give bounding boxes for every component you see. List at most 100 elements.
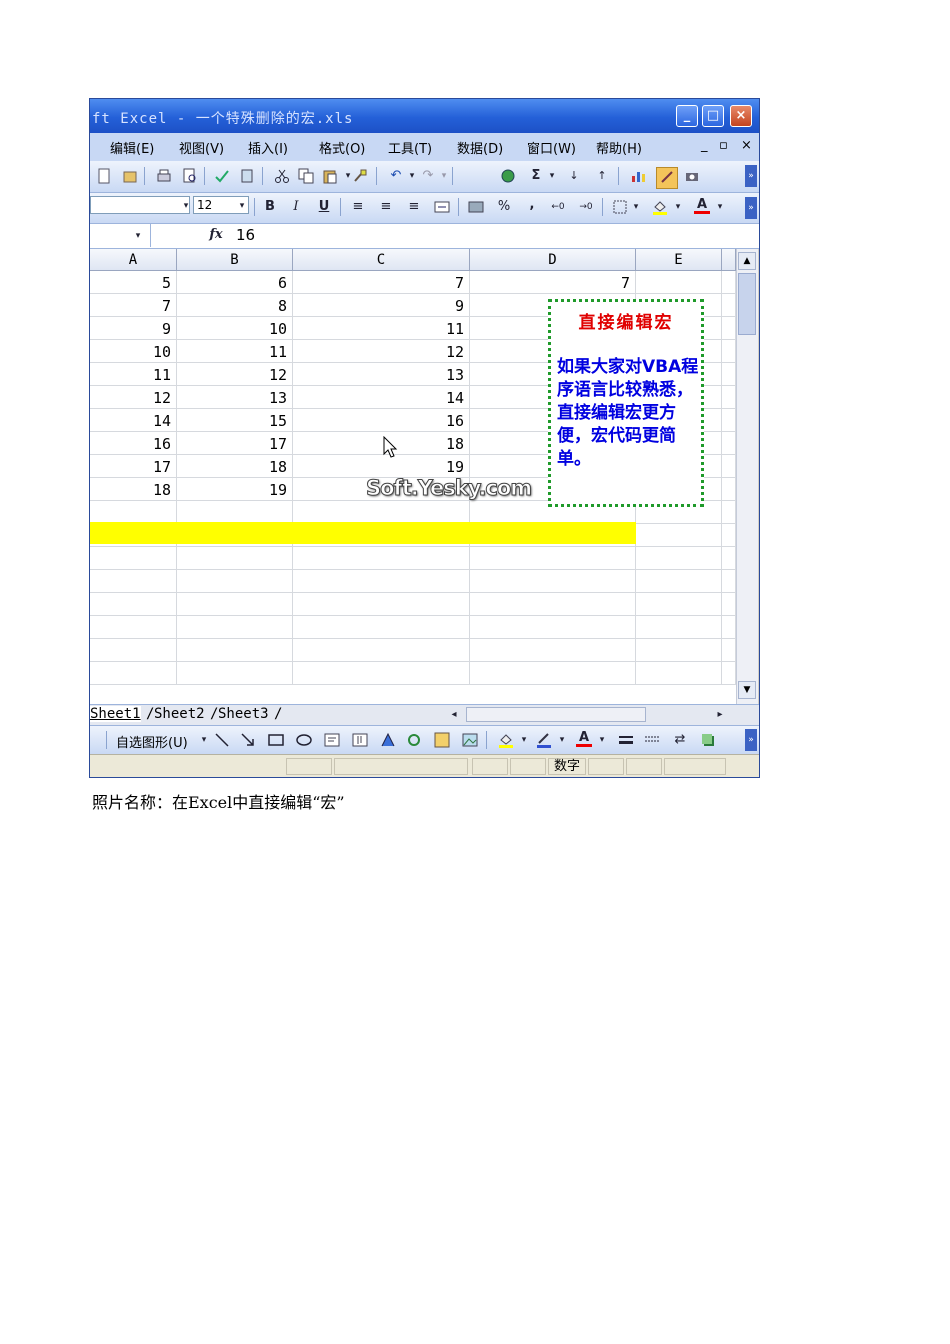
- undo-dropdown-icon[interactable]: ▾: [404, 168, 420, 184]
- font-name-box[interactable]: [90, 196, 190, 214]
- format-painter-icon[interactable]: [352, 168, 368, 184]
- fill-color-icon[interactable]: [652, 199, 668, 215]
- doc-restore-button[interactable]: ▫: [719, 138, 728, 153]
- sort-descending-icon[interactable]: ↑: [594, 168, 610, 184]
- cell-c[interactable]: [293, 501, 470, 523]
- oval-icon[interactable]: [296, 732, 312, 748]
- menu-insert[interactable]: 插入(I): [248, 138, 288, 157]
- cell-f[interactable]: [722, 271, 736, 293]
- tab-sheet3[interactable]: Sheet3: [218, 706, 269, 722]
- italic-button[interactable]: I: [288, 199, 304, 215]
- toolbar-options-icon[interactable]: »: [745, 729, 757, 751]
- cell-a[interactable]: [90, 501, 177, 523]
- column-header-a[interactable]: A: [90, 249, 177, 271]
- clip-art-icon[interactable]: [434, 732, 450, 748]
- currency-icon[interactable]: [468, 199, 484, 215]
- cell-b[interactable]: 13: [177, 386, 293, 408]
- cell-f[interactable]: [722, 616, 736, 638]
- cell-a[interactable]: [90, 570, 177, 592]
- arrow-style-icon[interactable]: ⇄: [672, 732, 688, 748]
- cell-c[interactable]: [293, 593, 470, 615]
- cell-d[interactable]: [470, 547, 636, 569]
- cell-c[interactable]: 19: [293, 455, 470, 477]
- autoshapes-menu[interactable]: 自选图形(U): [116, 732, 188, 751]
- cell-c[interactable]: [293, 662, 470, 684]
- vertical-text-box-icon[interactable]: [352, 732, 368, 748]
- cell-c[interactable]: [293, 616, 470, 638]
- comma-button[interactable]: ,: [524, 197, 540, 213]
- scroll-up-button[interactable]: ▲: [738, 252, 756, 270]
- line-color-icon[interactable]: [536, 732, 552, 748]
- bold-button[interactable]: B: [262, 199, 278, 215]
- cell-b[interactable]: 18: [177, 455, 293, 477]
- cell-b[interactable]: [177, 501, 293, 523]
- cell-d[interactable]: [470, 639, 636, 661]
- scroll-right-icon[interactable]: ▸: [712, 707, 728, 723]
- cell-f[interactable]: [722, 478, 736, 500]
- drawing-toggle-icon[interactable]: [656, 167, 678, 189]
- cell-a[interactable]: 17: [90, 455, 177, 477]
- cell-b[interactable]: 6: [177, 271, 293, 293]
- cell-d[interactable]: [470, 662, 636, 684]
- draw-font-color-dropdown-icon[interactable]: ▾: [594, 732, 610, 748]
- menu-data[interactable]: 数据(D): [457, 138, 503, 157]
- cell-a[interactable]: 5: [90, 271, 177, 293]
- cell-b[interactable]: 8: [177, 294, 293, 316]
- doc-minimize-button[interactable]: _: [701, 138, 708, 153]
- rectangle-icon[interactable]: [268, 732, 284, 748]
- cell-f[interactable]: [722, 363, 736, 385]
- cell-f[interactable]: [722, 432, 736, 454]
- cell-a[interactable]: 10: [90, 340, 177, 362]
- cell-d[interactable]: 7: [470, 271, 636, 293]
- increase-decimal-icon[interactable]: ←0: [550, 199, 566, 215]
- menu-window[interactable]: 窗口(W): [527, 138, 576, 157]
- font-size-dropdown-icon[interactable]: ▾: [234, 198, 250, 214]
- worksheet-grid[interactable]: A B C D E 5 6 7 7 7 8 9 9 10 11 10 11 12 11 12 13 12 13 14…: [90, 249, 736, 704]
- hyperlink-icon[interactable]: [500, 168, 516, 184]
- cell-a[interactable]: 11: [90, 363, 177, 385]
- cell-a[interactable]: [90, 662, 177, 684]
- arrow-icon[interactable]: [240, 732, 256, 748]
- autosum-dropdown-icon[interactable]: ▾: [544, 168, 560, 184]
- cell-a[interactable]: [90, 593, 177, 615]
- autoshapes-dropdown-icon[interactable]: ▾: [196, 732, 212, 748]
- column-header-b[interactable]: B: [177, 249, 293, 271]
- cell-b[interactable]: 11: [177, 340, 293, 362]
- sort-ascending-icon[interactable]: ↓: [566, 168, 582, 184]
- cell-a[interactable]: 14: [90, 409, 177, 431]
- redo-dropdown-icon[interactable]: ▾: [436, 168, 452, 184]
- column-header-e[interactable]: E: [636, 249, 722, 271]
- diagram-icon[interactable]: [406, 732, 422, 748]
- cell-f[interactable]: [722, 386, 736, 408]
- draw-font-color-icon[interactable]: A: [576, 730, 592, 747]
- align-right-icon[interactable]: ≡: [406, 199, 422, 215]
- print-preview-icon[interactable]: [182, 168, 198, 184]
- undo-icon[interactable]: ↶: [388, 168, 404, 184]
- formula-input[interactable]: 16: [236, 226, 255, 244]
- toolbar-options-icon[interactable]: »: [745, 165, 757, 187]
- line-icon[interactable]: [214, 732, 230, 748]
- cell-f[interactable]: [722, 570, 736, 592]
- align-center-icon[interactable]: ≡: [378, 199, 394, 215]
- cell-c[interactable]: [293, 570, 470, 592]
- cell-f[interactable]: [722, 294, 736, 316]
- permission-icon[interactable]: [122, 168, 138, 184]
- cut-icon[interactable]: [274, 168, 290, 184]
- title-bar[interactable]: ft Excel - 一个特殊删除的宏.xls _ □ ×: [90, 99, 759, 133]
- underline-button[interactable]: U: [316, 199, 332, 215]
- cell-e[interactable]: [636, 547, 722, 569]
- cell-a[interactable]: [90, 639, 177, 661]
- cell-d[interactable]: [470, 593, 636, 615]
- cell-a[interactable]: 16: [90, 432, 177, 454]
- cell-e[interactable]: [636, 593, 722, 615]
- highlighted-row[interactable]: [90, 522, 636, 544]
- fill-color-dropdown-icon[interactable]: ▾: [670, 199, 686, 215]
- cell-b[interactable]: 17: [177, 432, 293, 454]
- line-style-icon[interactable]: [618, 732, 634, 748]
- wordart-icon[interactable]: [380, 732, 396, 748]
- minimize-button[interactable]: _: [676, 105, 698, 127]
- cell-b[interactable]: [177, 593, 293, 615]
- menu-view[interactable]: 视图(V): [179, 138, 224, 157]
- cell-a[interactable]: 18: [90, 478, 177, 500]
- cell-f[interactable]: [722, 524, 736, 546]
